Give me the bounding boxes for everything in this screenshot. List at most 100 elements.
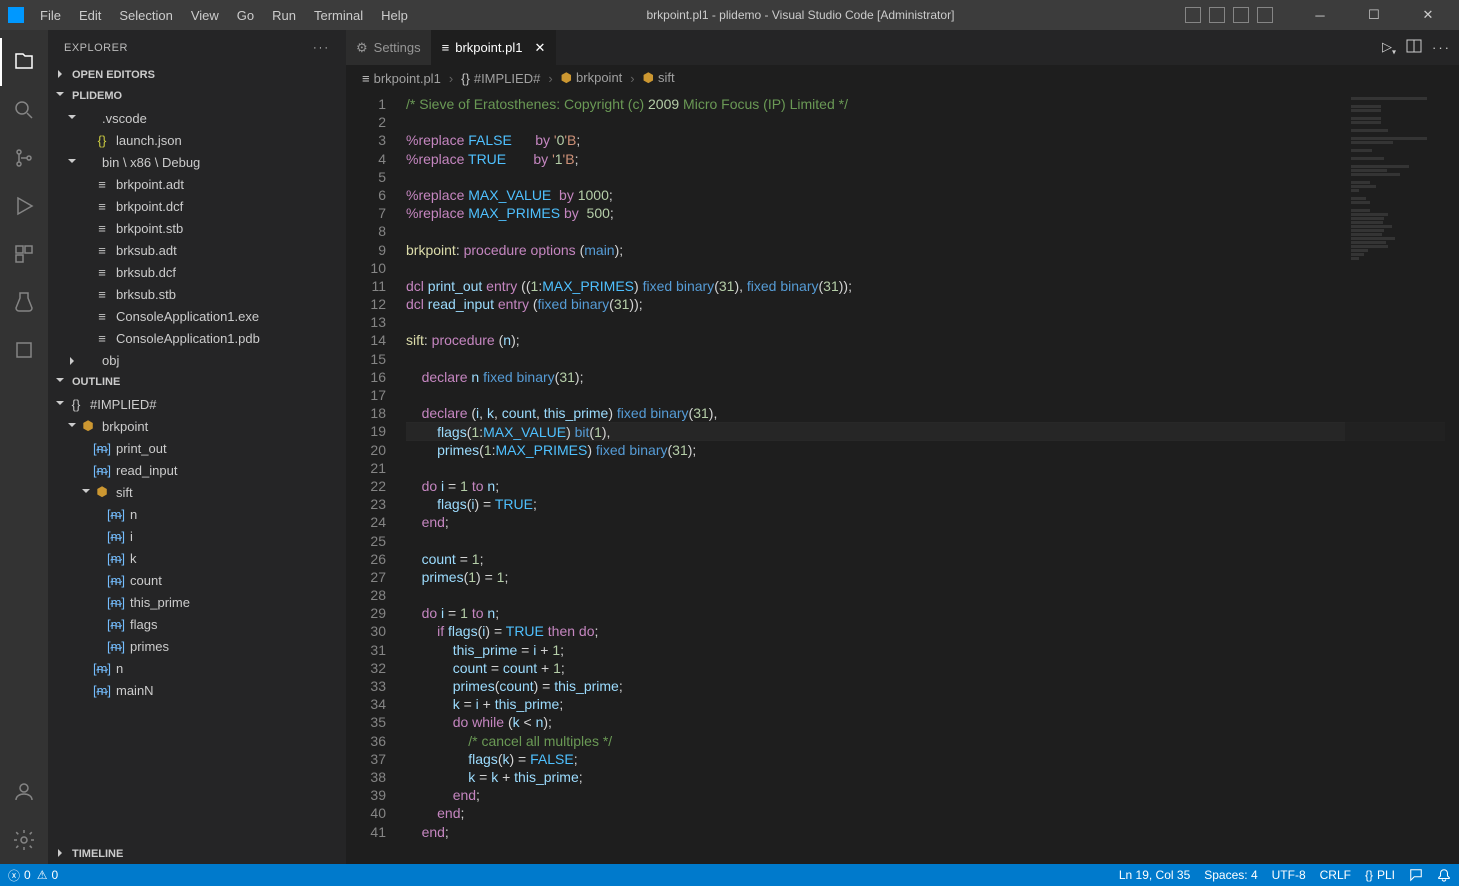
tree-item[interactable]: [ᵯ]read_input: [48, 459, 346, 481]
breadcrumb[interactable]: ≡brkpoint.pl1›{}#IMPLIED#›⬢brkpoint›⬢sif…: [346, 65, 1459, 91]
tree-item[interactable]: [ᵯ]n: [48, 657, 346, 679]
tabs-actions: ▷▾ ···: [1374, 30, 1459, 65]
status-eol[interactable]: CRLF: [1320, 868, 1351, 882]
menu-help[interactable]: Help: [373, 4, 416, 27]
status-errors[interactable]: ⓧ 0: [8, 867, 31, 884]
menu-selection[interactable]: Selection: [111, 4, 180, 27]
status-encoding[interactable]: UTF-8: [1272, 868, 1306, 882]
layout-icon-1[interactable]: [1185, 7, 1201, 23]
file-icon: ≡: [442, 40, 450, 55]
breadcrumb-item[interactable]: ⬢brkpoint: [561, 70, 623, 86]
split-editor-icon[interactable]: [1406, 38, 1422, 57]
activity-test-icon[interactable]: [0, 278, 48, 326]
tree-item[interactable]: .vscode: [48, 107, 346, 129]
activity-scm-icon[interactable]: [0, 134, 48, 182]
status-lncol[interactable]: Ln 19, Col 35: [1119, 868, 1190, 882]
outline-label: OUTLINE: [72, 376, 120, 388]
tree-item[interactable]: {}launch.json: [48, 129, 346, 151]
tree-item[interactable]: ≡ConsoleApplication1.pdb: [48, 327, 346, 349]
tab[interactable]: ⚙Settings: [346, 30, 432, 65]
status-bell-icon[interactable]: [1437, 868, 1451, 882]
tree-item[interactable]: [ᵯ]count: [48, 569, 346, 591]
menu-run[interactable]: Run: [264, 4, 304, 27]
menu-file[interactable]: File: [32, 4, 69, 27]
breadcrumb-item[interactable]: {}#IMPLIED#: [461, 71, 540, 86]
window-controls: ─ ☐ ✕: [1185, 0, 1451, 30]
run-dropdown-icon[interactable]: ▷▾: [1382, 39, 1396, 57]
code-area[interactable]: /* Sieve of Eratosthenes: Copyright (c) …: [406, 91, 1459, 864]
tree-item[interactable]: [ᵯ]i: [48, 525, 346, 547]
tree-item[interactable]: ≡brkpoint.dcf: [48, 195, 346, 217]
outline-section[interactable]: OUTLINE: [48, 371, 346, 393]
menu-view[interactable]: View: [183, 4, 227, 27]
editor-more-icon[interactable]: ···: [1432, 40, 1451, 55]
breadcrumb-item[interactable]: ≡brkpoint.pl1: [362, 71, 441, 86]
editor-body[interactable]: 1234567891011121314151617181920212223242…: [346, 91, 1459, 864]
tree-item[interactable]: ≡brksub.dcf: [48, 261, 346, 283]
tab[interactable]: ≡brkpoint.pl1✕: [432, 30, 557, 65]
outline-tree: {}#IMPLIED#⬢brkpoint[ᵯ]print_out[ᵯ]read_…: [48, 393, 346, 701]
scrollbar[interactable]: [1445, 91, 1459, 864]
menu-edit[interactable]: Edit: [71, 4, 109, 27]
project-section[interactable]: PLIDEMO: [48, 85, 346, 107]
tree-item[interactable]: ≡brksub.adt: [48, 239, 346, 261]
open-editors-label: OPEN EDITORS: [72, 69, 155, 81]
tree-item[interactable]: [ᵯ]print_out: [48, 437, 346, 459]
file-tree: .vscode{}launch.jsonbin \ x86 \ Debug≡br…: [48, 107, 346, 371]
activity-debug-icon[interactable]: [0, 182, 48, 230]
tree-item[interactable]: [ᵯ]n: [48, 503, 346, 525]
tabs-bar: ⚙Settings≡brkpoint.pl1✕ ▷▾ ···: [346, 30, 1459, 65]
close-button[interactable]: ✕: [1405, 0, 1451, 30]
tree-item[interactable]: [ᵯ]k: [48, 547, 346, 569]
tree-item[interactable]: {}#IMPLIED#: [48, 393, 346, 415]
menu-terminal[interactable]: Terminal: [306, 4, 371, 27]
status-bar: ⓧ 0 ⚠ 0 Ln 19, Col 35 Spaces: 4 UTF-8 CR…: [0, 864, 1459, 886]
tree-item[interactable]: ≡brkpoint.adt: [48, 173, 346, 195]
tree-item[interactable]: ⬢sift: [48, 481, 346, 503]
tree-item[interactable]: obj: [48, 349, 346, 371]
tree-item[interactable]: ⬢brkpoint: [48, 415, 346, 437]
vscode-logo-icon: [8, 7, 24, 23]
tree-item[interactable]: [ᵯ]primes: [48, 635, 346, 657]
tree-item[interactable]: [ᵯ]flags: [48, 613, 346, 635]
activity-extensions-icon[interactable]: [0, 230, 48, 278]
window-title: brkpoint.pl1 - plidemo - Visual Studio C…: [416, 8, 1185, 22]
close-icon[interactable]: ✕: [534, 40, 545, 56]
status-warnings[interactable]: ⚠ 0: [37, 868, 58, 882]
minimize-button[interactable]: ─: [1297, 0, 1343, 30]
sidebar-title: EXPLORER: [64, 42, 128, 54]
activity-explorer-icon[interactable]: [0, 38, 48, 86]
tree-item[interactable]: [ᵯ]this_prime: [48, 591, 346, 613]
title-bar: FileEditSelectionViewGoRunTerminalHelp b…: [0, 0, 1459, 30]
status-feedback-icon[interactable]: [1409, 868, 1423, 882]
status-spaces[interactable]: Spaces: 4: [1204, 868, 1257, 882]
sidebar: EXPLORER ··· OPEN EDITORS PLIDEMO .vscod…: [48, 30, 346, 864]
breadcrumb-item[interactable]: ⬢sift: [643, 70, 675, 86]
tree-item[interactable]: ≡brksub.stb: [48, 283, 346, 305]
activity-bar: [0, 30, 48, 864]
line-numbers: 1234567891011121314151617181920212223242…: [346, 91, 406, 864]
timeline-section[interactable]: TIMELINE: [48, 844, 346, 864]
sidebar-header: EXPLORER ···: [48, 30, 346, 65]
activity-manage-icon[interactable]: [0, 816, 48, 864]
activity-window-icon[interactable]: [0, 326, 48, 374]
menu-go[interactable]: Go: [229, 4, 262, 27]
sidebar-more-icon[interactable]: ···: [313, 42, 330, 54]
project-label: PLIDEMO: [72, 90, 122, 102]
tree-item[interactable]: ≡brkpoint.stb: [48, 217, 346, 239]
gear-icon: ⚙: [356, 40, 368, 56]
tree-item[interactable]: [ᵯ]mainN: [48, 679, 346, 701]
minimap[interactable]: [1345, 91, 1445, 864]
maximize-button[interactable]: ☐: [1351, 0, 1397, 30]
layout-icon-4[interactable]: [1257, 7, 1273, 23]
tree-item[interactable]: bin \ x86 \ Debug: [48, 151, 346, 173]
status-lang[interactable]: {} PLI: [1365, 868, 1395, 882]
activity-account-icon[interactable]: [0, 768, 48, 816]
layout-icon-2[interactable]: [1209, 7, 1225, 23]
activity-search-icon[interactable]: [0, 86, 48, 134]
layout-icon-3[interactable]: [1233, 7, 1249, 23]
open-editors-section[interactable]: OPEN EDITORS: [48, 65, 346, 85]
main-content: EXPLORER ··· OPEN EDITORS PLIDEMO .vscod…: [0, 30, 1459, 864]
editor-area: ⚙Settings≡brkpoint.pl1✕ ▷▾ ··· ≡brkpoint…: [346, 30, 1459, 864]
tree-item[interactable]: ≡ConsoleApplication1.exe: [48, 305, 346, 327]
